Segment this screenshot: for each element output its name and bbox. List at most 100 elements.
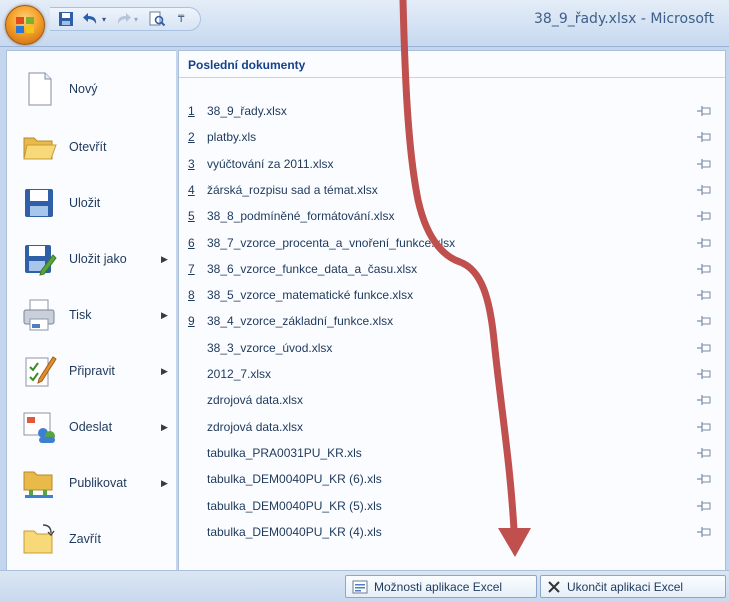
undo-dropdown-icon[interactable]: ▾ — [102, 11, 106, 27]
redo-dropdown-icon[interactable]: ▾ — [134, 11, 138, 27]
menu-item-label: Otevřít — [69, 140, 107, 154]
menu-item-label: Publikovat — [69, 476, 127, 490]
recent-document-name: 38_6_vzorce_funkce_data_a_času.xlsx — [207, 261, 418, 276]
recent-document-row[interactable]: 1 38_9_řady.xlsx — [179, 98, 725, 124]
menu-item-label: Odeslat — [69, 420, 113, 434]
pin-icon[interactable] — [697, 474, 713, 485]
save-disk-icon — [25, 189, 53, 217]
recent-document-row[interactable]: zdrojová data.xlsx — [179, 387, 725, 413]
menu-item-open[interactable]: Otevřít — [7, 119, 177, 175]
recent-document-row[interactable]: tabulka_PRA0031PU_KR.xls — [179, 440, 725, 466]
recent-document-row[interactable]: 4 žárská_rozpisu sad a témat.xlsx — [179, 177, 725, 203]
office-logo-icon — [16, 17, 34, 33]
pin-icon[interactable] — [697, 526, 713, 537]
pin-icon[interactable] — [697, 211, 713, 222]
printer-icon — [23, 299, 55, 331]
submenu-arrow-icon: ▶ — [161, 421, 168, 432]
pin-icon[interactable] — [697, 421, 713, 432]
excel-options-button[interactable]: Možnosti aplikace Excel — [345, 575, 537, 598]
pin-icon[interactable] — [697, 500, 713, 511]
options-icon — [352, 580, 368, 594]
pin-icon[interactable] — [697, 263, 713, 274]
save-as-icon — [25, 245, 57, 276]
menu-item-send[interactable]: Odeslat ▶ — [7, 399, 177, 455]
recent-document-row[interactable]: tabulka_DEM0040PU_KR (4).xls — [179, 519, 725, 545]
recent-document-row[interactable]: 9 38_4_vzorce_základní_funkce.xlsx — [179, 308, 725, 334]
menu-item-label: Nový — [69, 82, 98, 96]
menu-bottom-bar: Možnosti aplikace Excel Ukončit aplikaci… — [0, 570, 729, 601]
publish-icon — [23, 471, 53, 498]
recent-document-name: 38_9_řady.xlsx — [207, 104, 287, 118]
recent-document-row[interactable]: 3 vyúčtování za 2011.xlsx — [179, 151, 725, 177]
prepare-icon — [25, 356, 57, 387]
recent-document-row[interactable]: zdrojová data.xlsx — [179, 414, 725, 440]
print-preview-icon[interactable] — [148, 11, 166, 27]
menu-item-label: Uložit jako — [69, 252, 127, 266]
pin-icon[interactable] — [697, 237, 713, 248]
menu-item-close[interactable]: Zavřít — [7, 511, 177, 567]
office-button[interactable] — [5, 5, 45, 45]
recent-document-row[interactable]: 2 platby.xls — [179, 124, 725, 150]
pin-icon[interactable] — [697, 316, 713, 327]
exit-excel-label: Ukončit aplikaci Excel — [567, 579, 684, 594]
quick-access-toolbar: ▾ ▾ ₸ — [50, 7, 201, 31]
title-bar: ▾ ▾ ₸ 38_9_řady.xlsx - Microsoft — [0, 0, 729, 47]
submenu-arrow-icon: ▶ — [161, 309, 168, 320]
recent-document-number: 5 — [188, 209, 195, 224]
recent-document-row[interactable]: 38_3_vzorce_úvod.xlsx — [179, 335, 725, 361]
recent-document-name: tabulka_PRA0031PU_KR.xls — [207, 445, 362, 460]
window-title: 38_9_řady.xlsx - Microsoft — [534, 11, 715, 27]
recent-document-row[interactable]: 8 38_5_vzorce_matematické funkce.xlsx — [179, 282, 725, 308]
menu-item-label: Připravit — [69, 364, 115, 378]
recent-document-number: 6 — [188, 235, 195, 250]
recent-document-name: tabulka_DEM0040PU_KR (6).xls — [207, 472, 382, 487]
recent-document-number: 4 — [188, 182, 195, 197]
recent-document-name: žárská_rozpisu sad a témat.xlsx — [207, 182, 378, 197]
recent-document-number: 3 — [188, 156, 195, 171]
pin-icon[interactable] — [697, 395, 713, 406]
recent-document-number: 7 — [188, 261, 195, 276]
recent-document-number: 1 — [188, 104, 195, 118]
pin-icon[interactable] — [697, 342, 713, 353]
recent-document-name: 38_4_vzorce_základní_funkce.xlsx — [207, 314, 394, 329]
pin-icon[interactable] — [697, 106, 713, 116]
excel-options-label: Možnosti aplikace Excel — [374, 579, 503, 594]
save-icon[interactable] — [58, 11, 74, 27]
recent-document-name: 38_8_podmíněné_formátování.xlsx — [207, 209, 395, 224]
command-pane: Nový Otevřít Uložit Uložit jako ▶ Tisk ▶… — [6, 50, 178, 574]
recent-document-row[interactable]: 6 38_7_vzorce_procenta_a_vnoření_funkce.x… — [179, 230, 725, 256]
new-document-icon — [28, 72, 52, 106]
close-x-icon — [547, 580, 561, 594]
menu-item-new[interactable]: Nový — [7, 61, 177, 117]
menu-item-save-as[interactable]: Uložit jako ▶ — [7, 231, 177, 287]
undo-icon[interactable] — [82, 11, 100, 27]
exit-excel-button[interactable]: Ukončit aplikaci Excel — [540, 575, 726, 598]
menu-item-save[interactable]: Uložit — [7, 175, 177, 231]
recent-document-row[interactable]: 7 38_6_vzorce_funkce_data_a_času.xlsx — [179, 256, 725, 282]
recent-document-name: 2012_7.xlsx — [207, 367, 272, 381]
menu-item-prepare[interactable]: Připravit ▶ — [7, 343, 177, 399]
recent-document-row[interactable]: tabulka_DEM0040PU_KR (6).xls — [179, 466, 725, 492]
pin-icon[interactable] — [697, 158, 713, 169]
recent-document-name: zdrojová data.xlsx — [207, 393, 304, 408]
pin-icon[interactable] — [697, 184, 713, 195]
recent-document-row[interactable]: tabulka_DEM0040PU_KR (5).xls — [179, 493, 725, 519]
recent-documents-pane: Poslední dokumenty 1 38_9_řady.xlsx 2 platb… — [178, 50, 726, 574]
pin-icon[interactable] — [697, 447, 713, 458]
recent-document-number: 2 — [188, 130, 195, 145]
pin-icon[interactable] — [697, 290, 713, 301]
recent-documents-title: Poslední dokumenty — [188, 58, 306, 72]
recent-document-name: platby.xls — [207, 130, 257, 145]
recent-document-name: tabulka_DEM0040PU_KR (5).xls — [207, 498, 382, 513]
menu-item-label: Uložit — [69, 196, 101, 210]
submenu-arrow-icon: ▶ — [161, 253, 168, 264]
recent-document-name: 38_3_vzorce_úvod.xlsx — [207, 340, 333, 355]
recent-document-row[interactable]: 2012_7.xlsx — [179, 361, 725, 387]
redo-icon[interactable] — [114, 11, 132, 27]
menu-item-print[interactable]: Tisk ▶ — [7, 287, 177, 343]
pin-icon[interactable] — [697, 369, 713, 379]
recent-document-row[interactable]: 5 38_8_podmíněné_formátování.xlsx — [179, 203, 725, 229]
customize-arrow-icon[interactable]: ₸ — [178, 11, 184, 27]
menu-item-publish[interactable]: Publikovat ▶ — [7, 455, 177, 511]
pin-icon[interactable] — [697, 132, 713, 143]
